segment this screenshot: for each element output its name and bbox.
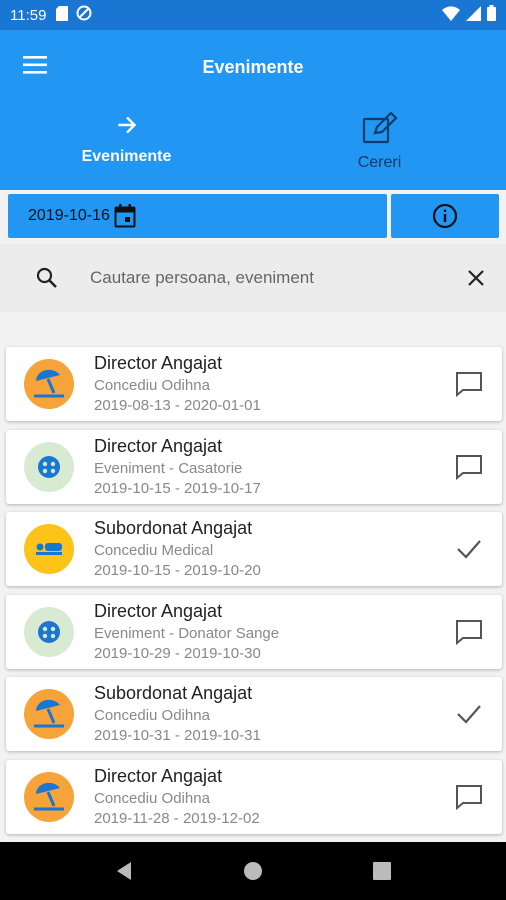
check-icon[interactable] <box>454 535 484 563</box>
comment-icon[interactable] <box>454 453 484 481</box>
tab-evenimente[interactable]: Evenimente <box>0 108 253 190</box>
event-person: Director Angajat <box>94 435 223 456</box>
arrow-right-icon <box>117 116 136 134</box>
tab-label: Cereri <box>357 154 402 171</box>
tab-bar: Evenimente Cereri <box>0 108 506 190</box>
date-row: 2019-10-16 <box>8 194 499 238</box>
back-triangle-icon <box>117 862 132 880</box>
search-input[interactable] <box>90 268 430 288</box>
wifi-icon <box>442 5 460 25</box>
event-type: Concediu Odihna <box>94 377 210 394</box>
back-button[interactable] <box>104 851 144 891</box>
event-card[interactable]: Subordonat Angajat Concediu Medical 2019… <box>6 512 502 586</box>
status-bar: 11:59 <box>0 0 506 30</box>
event-dates: 2019-08-13 - 2020-01-01 <box>94 397 261 414</box>
event-dates: 2019-10-31 - 2019-10-31 <box>94 727 261 744</box>
battery-icon <box>487 5 496 25</box>
event-card[interactable]: Subordonat Angajat Concediu Odihna 2019-… <box>6 677 502 751</box>
event-type: Concediu Odihna <box>94 789 210 807</box>
search-icon <box>32 267 62 289</box>
event-type: Concediu Medical <box>94 542 214 559</box>
edit-icon <box>362 112 398 144</box>
recents-button[interactable] <box>362 851 402 891</box>
beach-umbrella-icon <box>24 359 74 409</box>
event-person: Director Angajat <box>94 353 223 373</box>
event-dates: 2019-10-15 - 2019-10-20 <box>94 562 261 579</box>
info-icon <box>432 203 458 229</box>
no-disturb-icon <box>76 5 92 25</box>
date-value: 2019-10-16 <box>28 207 110 224</box>
beach-umbrella-icon <box>24 689 74 739</box>
event-card[interactable]: Director Angajat Concediu Odihna 2019-11… <box>6 759 502 834</box>
comment-icon[interactable] <box>454 370 484 398</box>
event-person: Director Angajat <box>94 600 223 621</box>
event-person: Director Angajat <box>94 765 223 786</box>
date-picker-button[interactable]: 2019-10-16 <box>8 194 387 238</box>
app-bar: Evenimente Evenimente Cereri <box>0 30 506 190</box>
event-type: Concediu Odihna <box>94 707 210 724</box>
page-title: Evenimente <box>202 57 304 77</box>
event-dates: 2019-10-29 - 2019-10-30 <box>94 644 261 662</box>
calendar-icon <box>114 204 136 228</box>
system-nav-bar <box>0 842 506 900</box>
event-dates: 2019-11-28 - 2019-12-02 <box>94 809 260 827</box>
event-card[interactable]: Director Angajat Eveniment - Donator San… <box>6 594 502 669</box>
comment-icon[interactable] <box>454 618 484 646</box>
check-icon[interactable] <box>454 700 484 728</box>
beach-umbrella-icon <box>24 771 74 822</box>
event-list: Director Angajat Concediu Odihna 2019-08… <box>6 347 502 842</box>
recents-square-icon <box>372 862 391 880</box>
close-icon <box>468 270 484 286</box>
home-button[interactable] <box>233 851 273 891</box>
home-circle-icon <box>243 862 262 880</box>
event-icon <box>24 441 74 492</box>
event-dates: 2019-10-15 - 2019-10-17 <box>94 479 261 497</box>
event-person: Subordonat Angajat <box>94 518 253 538</box>
sd-card-icon <box>56 5 69 25</box>
clear-search-button[interactable] <box>464 266 488 290</box>
search-bar <box>0 244 506 312</box>
event-type: Eveniment - Casatorie <box>94 459 243 477</box>
event-person: Subordonat Angajat <box>94 683 253 703</box>
event-card[interactable]: Director Angajat Concediu Odihna 2019-08… <box>6 347 502 421</box>
status-time: 11:59 <box>10 6 47 24</box>
event-icon <box>24 606 74 657</box>
tab-label: Evenimente <box>81 148 172 165</box>
medical-bed-icon <box>24 524 74 574</box>
comment-icon[interactable] <box>454 783 484 811</box>
tab-cereri[interactable]: Cereri <box>253 108 506 190</box>
signal-icon <box>466 5 481 25</box>
info-button[interactable] <box>391 194 499 238</box>
event-card[interactable]: Director Angajat Eveniment - Casatorie 2… <box>6 429 502 504</box>
event-type: Eveniment - Donator Sange <box>94 624 280 642</box>
